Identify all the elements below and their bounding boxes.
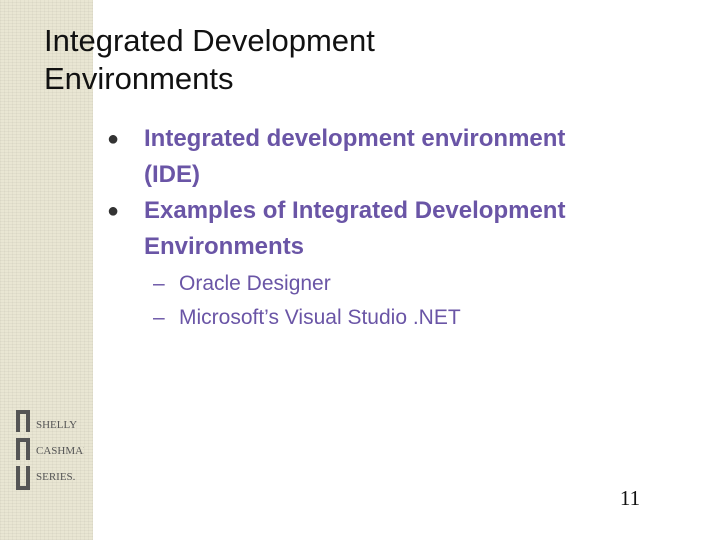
bullet-item: ● Examples of Integrated Development Env… [104, 193, 664, 265]
bullet-list: ● Integrated development environment (ID… [104, 121, 664, 265]
sub-bullet-text: Oracle Designer [179, 272, 331, 295]
series-logo: SHELLY CASHMAN SERIES. [14, 408, 84, 494]
page-number: 11 [619, 486, 641, 510]
title-line-1: Integrated Development [44, 23, 375, 58]
logo-text-line-3: SERIES. [36, 471, 76, 483]
sub-bullet-item: – Oracle Designer [153, 267, 673, 301]
dash-icon: – [153, 306, 165, 329]
title-line-2: Environments [44, 61, 234, 96]
bullet-dot-icon: ● [107, 200, 120, 222]
sub-bullet-list: – Oracle Designer – Microsoft’s Visual S… [153, 267, 673, 335]
bullet-text-line-2: Environments [144, 233, 305, 260]
sub-bullet-text: Microsoft’s Visual Studio .NET [179, 306, 461, 329]
dash-icon: – [153, 272, 165, 295]
bullet-item: ● Integrated development environment (ID… [104, 121, 664, 193]
sub-bullet-item: – Microsoft’s Visual Studio .NET [153, 301, 673, 335]
bullet-text-line-2: (IDE) [144, 161, 200, 188]
logo-mark-icon [16, 410, 30, 490]
slide-title: Integrated Development Environments [44, 22, 684, 98]
bullet-text-line-1: Integrated development environment [144, 125, 566, 152]
bullet-text-line-1: Examples of Integrated Development [144, 197, 566, 224]
logo-text-line-2: CASHMAN [36, 445, 84, 457]
bullet-dot-icon: ● [107, 128, 120, 150]
logo-text-line-1: SHELLY [36, 419, 77, 431]
